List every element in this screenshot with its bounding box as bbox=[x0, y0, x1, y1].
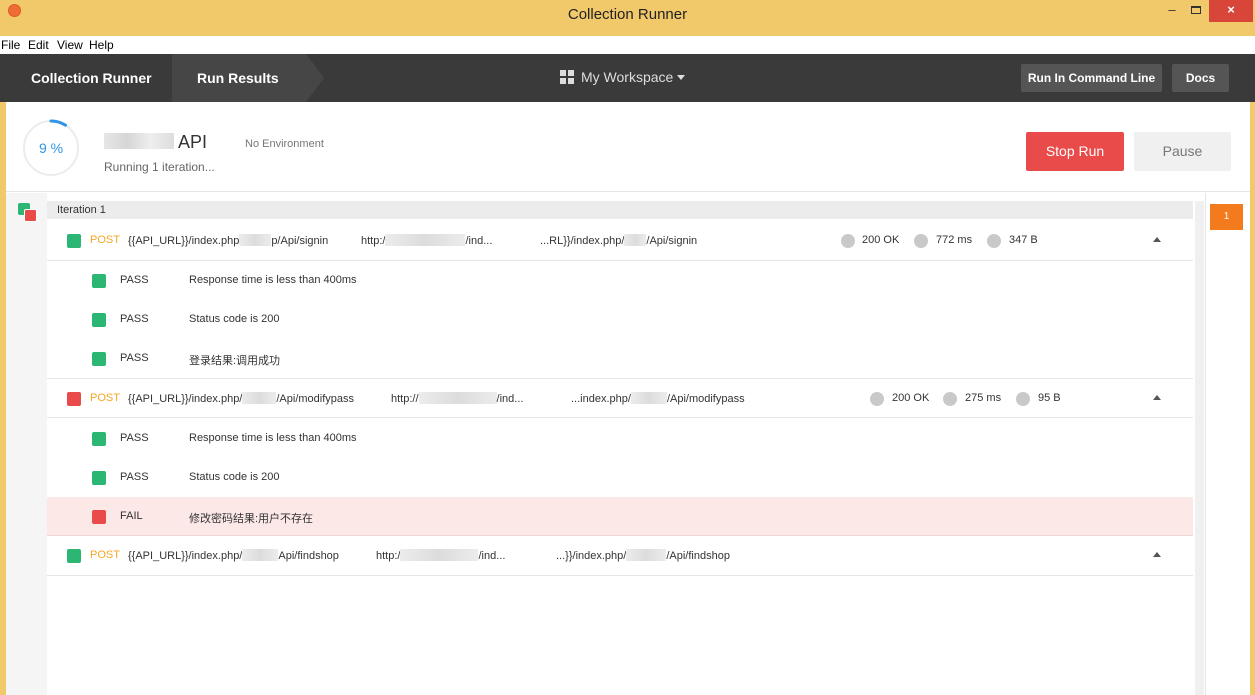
request-url: {{API_URL}}/index.php p/Api/signin bbox=[128, 234, 329, 247]
request-method: POST bbox=[90, 392, 120, 404]
test-result: FAIL bbox=[120, 510, 143, 522]
request-method: POST bbox=[90, 234, 120, 246]
iteration-header: Iteration 1 bbox=[47, 201, 1193, 219]
maximize-button[interactable] bbox=[1184, 0, 1208, 22]
test-status-square bbox=[92, 274, 106, 288]
app-header: Collection Runner Run Results My Workspa… bbox=[0, 54, 1255, 102]
test-result: PASS bbox=[120, 313, 149, 325]
chevron-down-icon bbox=[677, 75, 686, 80]
request-method: POST bbox=[90, 549, 120, 561]
window-title: Collection Runner bbox=[567, 6, 688, 23]
test-name: Response time is less than 400ms bbox=[189, 274, 357, 286]
status-code-dot bbox=[841, 234, 855, 248]
iteration-badge[interactable]: 1 bbox=[1210, 204, 1243, 230]
environment-label: No Environment bbox=[245, 138, 324, 150]
menu-help[interactable]: Help bbox=[89, 38, 114, 52]
request-status-square bbox=[67, 392, 81, 406]
minimize-button[interactable]: – bbox=[1158, 0, 1186, 22]
collapse-icon[interactable] bbox=[1153, 237, 1161, 242]
request-resolved-url: ...RL}}/index.php//Api/signin bbox=[540, 234, 698, 247]
request-status-square bbox=[67, 234, 81, 248]
left-gutter bbox=[6, 193, 47, 695]
test-name: 登录结果:调用成功 bbox=[189, 355, 281, 367]
test-status-square bbox=[92, 313, 106, 327]
test-status-square bbox=[92, 352, 106, 366]
request-resolved-url: ...index.php//Api/modifypass bbox=[571, 392, 745, 405]
menu-bar: File Edit View Help bbox=[0, 36, 1255, 54]
workspace-label: My Workspace bbox=[581, 69, 674, 85]
test-status-square bbox=[92, 510, 106, 524]
test-row-failed: FAIL 修改密码结果:用户不存在 bbox=[47, 497, 1193, 536]
request-http: http://ind... bbox=[376, 549, 506, 562]
response-time: 275 ms bbox=[965, 392, 1002, 404]
size-dot bbox=[987, 234, 1001, 248]
request-status-square bbox=[67, 549, 81, 563]
menu-view[interactable]: View bbox=[57, 38, 83, 52]
test-name: Status code is 200 bbox=[189, 471, 280, 483]
test-status-square bbox=[92, 471, 106, 485]
test-row: PASS Status code is 200 bbox=[47, 458, 1193, 497]
request-row-findshop[interactable]: POST {{API_URL}}/index.php/Api/findshop … bbox=[47, 536, 1193, 576]
test-result: PASS bbox=[120, 471, 149, 483]
test-result: PASS bbox=[120, 274, 149, 286]
request-row-modifypass[interactable]: POST {{API_URL}}/index.php//Api/modifypa… bbox=[47, 378, 1193, 418]
response-size: 347 B bbox=[1009, 234, 1038, 246]
test-row: PASS Status code is 200 bbox=[47, 300, 1193, 339]
request-url: {{API_URL}}/index.php//Api/modifypass bbox=[128, 392, 355, 405]
status-code: 200 OK bbox=[862, 234, 900, 246]
running-status: Running 1 iteration... bbox=[104, 160, 215, 174]
size-dot bbox=[1016, 392, 1030, 406]
response-time: 772 ms bbox=[936, 234, 973, 246]
test-name: 修改密码结果:用户不存在 bbox=[189, 513, 314, 525]
request-resolved-url: ...}}/index.php//Api/findshop bbox=[556, 549, 730, 562]
test-row: PASS Response time is less than 400ms bbox=[47, 419, 1193, 458]
maximize-icon bbox=[1191, 6, 1201, 14]
test-row: PASS 登录结果:调用成功 bbox=[47, 339, 1193, 378]
close-button[interactable]: × bbox=[1209, 0, 1253, 22]
breadcrumb-collection-runner[interactable]: Collection Runner bbox=[0, 54, 172, 102]
iteration-panel: 1 bbox=[1205, 193, 1250, 695]
time-dot bbox=[943, 392, 957, 406]
collection-name: API bbox=[104, 132, 207, 153]
run-in-command-line-button[interactable]: Run In Command Line bbox=[1021, 64, 1162, 92]
workspace-switcher[interactable]: My Workspace bbox=[560, 69, 686, 85]
status-code-dot bbox=[870, 392, 884, 406]
run-summary-icon[interactable] bbox=[18, 203, 38, 223]
time-dot bbox=[914, 234, 928, 248]
menu-file[interactable]: File bbox=[1, 38, 20, 52]
request-url: {{API_URL}}/index.php/Api/findshop bbox=[128, 549, 339, 562]
docs-button[interactable]: Docs bbox=[1172, 64, 1229, 92]
workspace-grid-icon bbox=[560, 70, 574, 84]
progress-percent: 9 % bbox=[38, 140, 64, 156]
test-name: Status code is 200 bbox=[189, 313, 280, 325]
test-result: PASS bbox=[120, 432, 149, 444]
response-size: 95 B bbox=[1038, 392, 1061, 404]
run-status-area: 9 % API No Environment Running 1 iterati… bbox=[6, 102, 1250, 192]
stop-run-button[interactable]: Stop Run bbox=[1026, 132, 1124, 171]
test-row: PASS Response time is less than 400ms bbox=[47, 261, 1193, 300]
breadcrumb-run-results[interactable]: Run Results bbox=[172, 54, 324, 102]
pause-button[interactable]: Pause bbox=[1134, 132, 1231, 171]
test-result: PASS bbox=[120, 352, 149, 364]
title-bar: Collection Runner – × bbox=[0, 0, 1255, 36]
status-code: 200 OK bbox=[892, 392, 930, 404]
main-area: 9 % API No Environment Running 1 iterati… bbox=[6, 102, 1250, 695]
menu-edit[interactable]: Edit bbox=[28, 38, 49, 52]
scrollbar[interactable] bbox=[1195, 201, 1204, 695]
redacted-block bbox=[104, 133, 174, 149]
test-name: Response time is less than 400ms bbox=[189, 432, 357, 444]
test-status-square bbox=[92, 432, 106, 446]
results-list: Iteration 1 POST {{API_URL}}/index.php p/… bbox=[47, 201, 1193, 695]
collapse-icon[interactable] bbox=[1153, 395, 1161, 400]
request-row-signin[interactable]: POST {{API_URL}}/index.php p/Api/signin h… bbox=[47, 221, 1193, 261]
request-http: http://ind... bbox=[361, 234, 493, 247]
request-http: http:///ind... bbox=[391, 392, 524, 405]
collapse-icon[interactable] bbox=[1153, 552, 1161, 557]
